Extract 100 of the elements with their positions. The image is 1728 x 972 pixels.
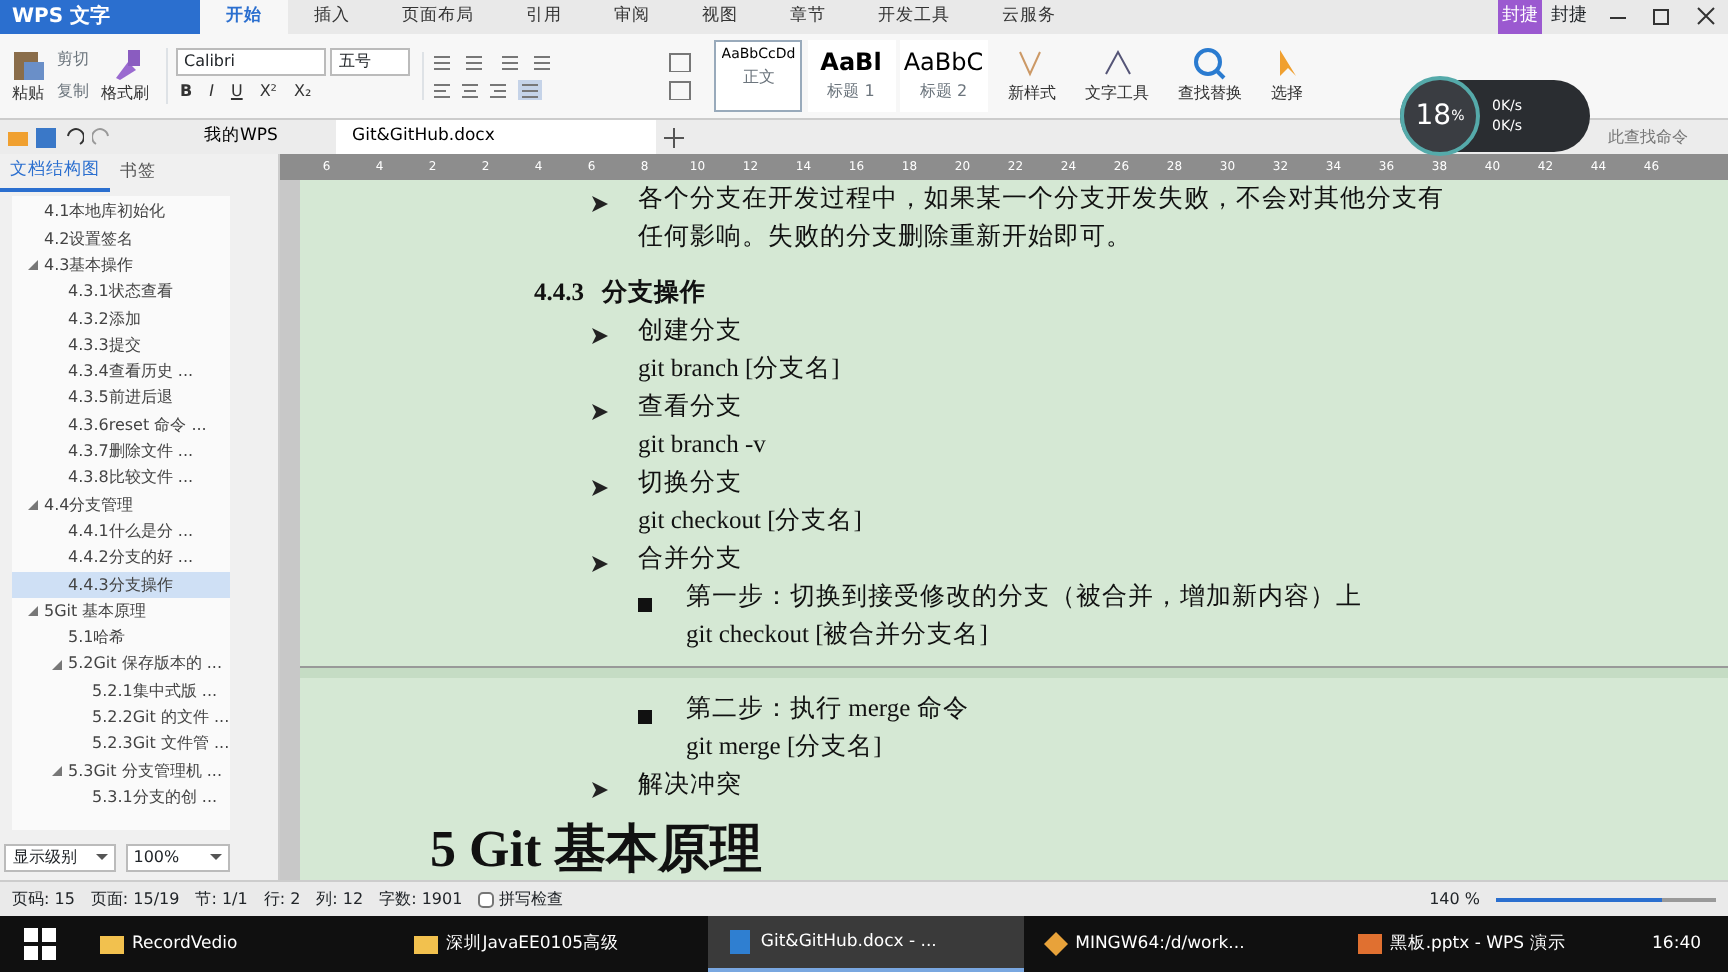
taskbar-button[interactable]: 黑板.pptx - WPS 演示 [1337,916,1653,972]
collapse-triangle-icon[interactable] [28,606,38,617]
cut-button[interactable]: 剪切 [52,47,93,72]
outline-item[interactable]: 5.2Git 保存版本的 ... [12,651,230,679]
outline-item[interactable]: 5.2.1集中式版 ... [12,678,230,705]
outline-item[interactable]: 5.1哈希 [12,625,230,652]
ribbon-button[interactable]: 选择 [1267,82,1307,106]
outline-item[interactable]: 4.4.1什么是分 ... [12,518,230,546]
outline-label: 4.2设置签名 [44,227,134,252]
outline-item[interactable]: 4.4.2分支的好 ... [12,545,230,572]
level-dropdown[interactable]: 显示级别 [4,843,117,871]
outline-item[interactable]: 4.3.5前进后退 [12,385,230,413]
outline-item[interactable]: 5Git 基本原理 [12,598,230,625]
outline-label: 4.4分支管理 [44,493,134,518]
spell-check-checkbox[interactable] [478,891,495,907]
ribbon-button[interactable]: 文字工具 [1081,82,1153,106]
style-preset[interactable]: AaBbC 标题 2 [899,40,988,112]
outline-item[interactable]: 4.3基本操作 [12,252,230,280]
outline-label: 5.1哈希 [68,626,126,651]
cpu-percent: 18 [1415,97,1452,135]
caret-icon [96,854,109,860]
ribbon-tab[interactable]: 审阅 [588,0,676,34]
document-tab[interactable]: Git&GitHub.docx [336,120,656,154]
outline-label: 5.2.1集中式版 ... [92,679,218,704]
outline-item[interactable]: 4.3.8比较文件 ... [12,465,230,493]
square-bullet-icon [638,709,652,724]
outline-item[interactable]: 5.3Git 分支管理机 ... [12,757,230,785]
subscript-button[interactable]: X₂ [290,80,316,105]
collapse-triangle-icon[interactable] [28,260,38,271]
bold-button[interactable]: B [176,80,197,105]
start-icon[interactable] [24,928,56,960]
paste-button[interactable]: 粘贴 [8,82,48,106]
outline-item[interactable]: 4.3.4查看历史 ... [12,359,230,386]
ribbon-tab[interactable]: 页面布局 [376,0,500,34]
ribbon-tab[interactable]: 开发工具 [852,0,976,34]
superscript-button[interactable]: X² [255,80,282,105]
outline-item[interactable]: 5.3.1分支的创 ... [12,784,230,812]
taskbar-button[interactable]: MINGW64:/d/work... [1023,916,1338,972]
taskbar-button[interactable]: Git&GitHub.docx - ... [708,916,1024,972]
collapse-triangle-icon[interactable] [28,500,38,511]
status-field: 页码: 15 [12,887,75,911]
panel-tab[interactable]: 书签 [110,156,166,190]
style-preset[interactable]: AaBl 标题 1 [807,40,895,112]
style-preview: AaBbC [903,46,984,80]
new-tab-icon[interactable] [664,127,684,147]
command-text: git checkout [被合并分支名] [686,618,988,652]
outline-item[interactable]: 4.3.3提交 [12,332,230,360]
copy-button[interactable]: 复制 [52,80,93,105]
slides-icon [1357,932,1382,956]
outline-label: 4.4.2分支的好 ... [68,546,194,571]
font-name-field[interactable]: Calibri [176,47,326,76]
outline-item[interactable]: 4.3.6reset 命令 ... [12,412,230,439]
taskbar-button[interactable]: 深圳JavaEE0105高级 [394,916,709,972]
panel-tab[interactable]: 文档结构图 [0,154,110,192]
status-field: 节: 1/1 [195,887,248,911]
ribbon-tab[interactable]: 引用 [500,0,588,34]
italic-button[interactable]: I [205,80,218,105]
outline-item[interactable]: 5.2.2Git 的文件 ... [12,704,230,732]
outline-label: 5.2.3Git 文件管 ... [92,732,230,757]
outline-item[interactable]: 4.3.2添加 [12,305,230,333]
outline-label: 4.3.6reset 命令 ... [68,413,207,438]
outline-item[interactable]: 4.3.7删除文件 ... [12,438,230,466]
redo-icon[interactable] [92,127,112,147]
ribbon-button[interactable]: 查找替换 [1174,82,1246,106]
outline-item[interactable]: 4.2设置签名 [12,226,230,253]
bullet-arrow-icon [590,326,610,347]
ribbon-tab[interactable]: 章节 [764,0,852,34]
format-painter-button[interactable]: 格式刷 [97,82,153,106]
app-menu-button[interactable]: WPS 文字 [0,0,200,34]
user-name[interactable]: 封捷 [1542,0,1596,34]
ribbon-tab[interactable]: 视图 [676,0,764,34]
command-search-field[interactable]: 此查找命令 [1604,123,1720,151]
collapse-triangle-icon[interactable] [52,766,62,777]
outline-item[interactable]: 5.2.3Git 文件管 ... [12,731,230,758]
outline-item[interactable]: 4.1本地库初始化 [12,199,230,227]
ribbon-tab[interactable]: 插入 [288,0,376,34]
bullet-text: 解决冲突 [638,768,742,802]
clipboard-icon [10,46,46,82]
font-size-field[interactable]: 五号 [330,47,411,76]
bullet-arrow-icon [590,478,610,499]
outline-item[interactable]: 4.3.1状态查看 [12,279,230,306]
ribbon-tab[interactable]: 开始 [200,0,288,34]
underline-button[interactable]: U [226,80,247,105]
save-icon[interactable] [36,127,56,147]
search-icon [1192,46,1228,82]
outline-label: 5.3Git 分支管理机 ... [68,759,222,784]
zoom-dropdown[interactable]: 100% [125,843,230,871]
outline-item[interactable]: 4.4分支管理 [12,492,230,519]
taskbar-button[interactable]: RecordVedio [80,916,395,972]
square-bullet-icon [638,597,652,612]
undo-icon[interactable] [64,127,84,147]
collapse-triangle-icon[interactable] [52,659,62,670]
command-text: git checkout [分支名] [638,504,862,538]
document-tab[interactable]: 我的WPS [188,120,328,154]
ribbon-tab[interactable]: 云服务 [976,0,1082,34]
outline-label: 5.3.1分支的创 ... [92,785,218,810]
outline-label: 4.3.1状态查看 [68,280,173,305]
outline-item[interactable]: 4.4.3分支操作 [12,571,230,599]
style-label: 标题 2 [919,80,968,104]
ribbon-button[interactable]: 新样式 [1004,82,1060,106]
